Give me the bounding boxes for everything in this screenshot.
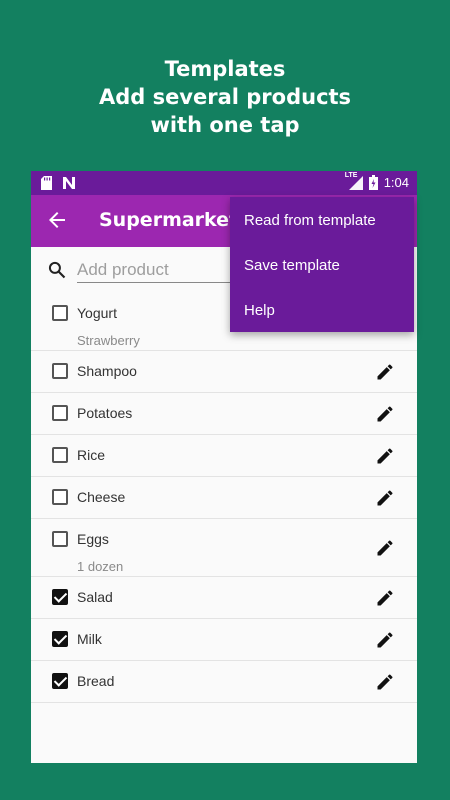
list-item[interactable]: Eggs 1 dozen (31, 519, 417, 577)
item-name: Bread (77, 673, 115, 689)
edit-pencil-icon[interactable] (375, 362, 395, 382)
sd-card-icon (41, 176, 52, 190)
list-item[interactable]: Potatoes (31, 393, 417, 435)
list-item[interactable]: Cheese (31, 477, 417, 519)
list-item[interactable]: Rice (31, 435, 417, 477)
n-notification-icon (63, 177, 75, 189)
list-item[interactable]: Shampoo (31, 351, 417, 393)
item-checkbox[interactable] (52, 631, 68, 647)
signal-icon: LTE (345, 172, 363, 190)
item-name: Yogurt (77, 305, 117, 321)
item-name: Potatoes (77, 405, 133, 421)
promo-caption: Templates Add several products with one … (0, 55, 450, 139)
list-item[interactable]: Salad (31, 577, 417, 619)
item-name: Shampoo (77, 363, 137, 379)
item-checkbox[interactable] (52, 305, 68, 321)
item-detail: 1 dozen (77, 559, 124, 574)
edit-pencil-icon[interactable] (375, 672, 395, 692)
list-item[interactable]: Bread (31, 661, 417, 703)
status-time: 1:04 (383, 174, 409, 190)
page-title: Supermarket (99, 209, 239, 231)
item-name: Salad (77, 589, 113, 605)
search-icon (48, 261, 66, 279)
promo-subtitle-line2: with one tap (150, 113, 300, 137)
status-bar: LTE 1:04 (31, 171, 417, 195)
item-checkbox[interactable] (52, 673, 68, 689)
item-detail: Strawberry (77, 333, 140, 348)
list-item[interactable]: Milk (31, 619, 417, 661)
item-checkbox[interactable] (52, 363, 68, 379)
item-name: Rice (77, 447, 106, 463)
edit-pencil-icon[interactable] (375, 538, 395, 558)
product-list: Yogurt Strawberry Shampoo Potatoes Rice Chees… (31, 293, 417, 703)
edit-pencil-icon[interactable] (375, 488, 395, 508)
battery-icon (368, 174, 378, 190)
promo-title: Templates (164, 57, 286, 81)
item-checkbox[interactable] (52, 489, 68, 505)
item-name: Cheese (77, 489, 126, 505)
item-name: Eggs (77, 531, 109, 547)
item-checkbox[interactable] (52, 531, 68, 547)
edit-pencil-icon[interactable] (375, 630, 395, 650)
item-name: Milk (77, 631, 102, 647)
menu-item-help[interactable]: Help (244, 302, 275, 319)
overflow-menu: Read from template Save template Help (230, 197, 414, 332)
promo-subtitle-line1: Add several products (98, 85, 352, 109)
edit-pencil-icon[interactable] (375, 404, 395, 424)
item-checkbox[interactable] (52, 589, 68, 605)
menu-item-save-template[interactable]: Save template (244, 257, 340, 274)
menu-item-read-from-template[interactable]: Read from template (244, 212, 376, 229)
edit-pencil-icon[interactable] (375, 446, 395, 466)
back-arrow-icon[interactable] (45, 208, 69, 232)
item-checkbox[interactable] (52, 405, 68, 421)
edit-pencil-icon[interactable] (375, 588, 395, 608)
item-checkbox[interactable] (52, 447, 68, 463)
